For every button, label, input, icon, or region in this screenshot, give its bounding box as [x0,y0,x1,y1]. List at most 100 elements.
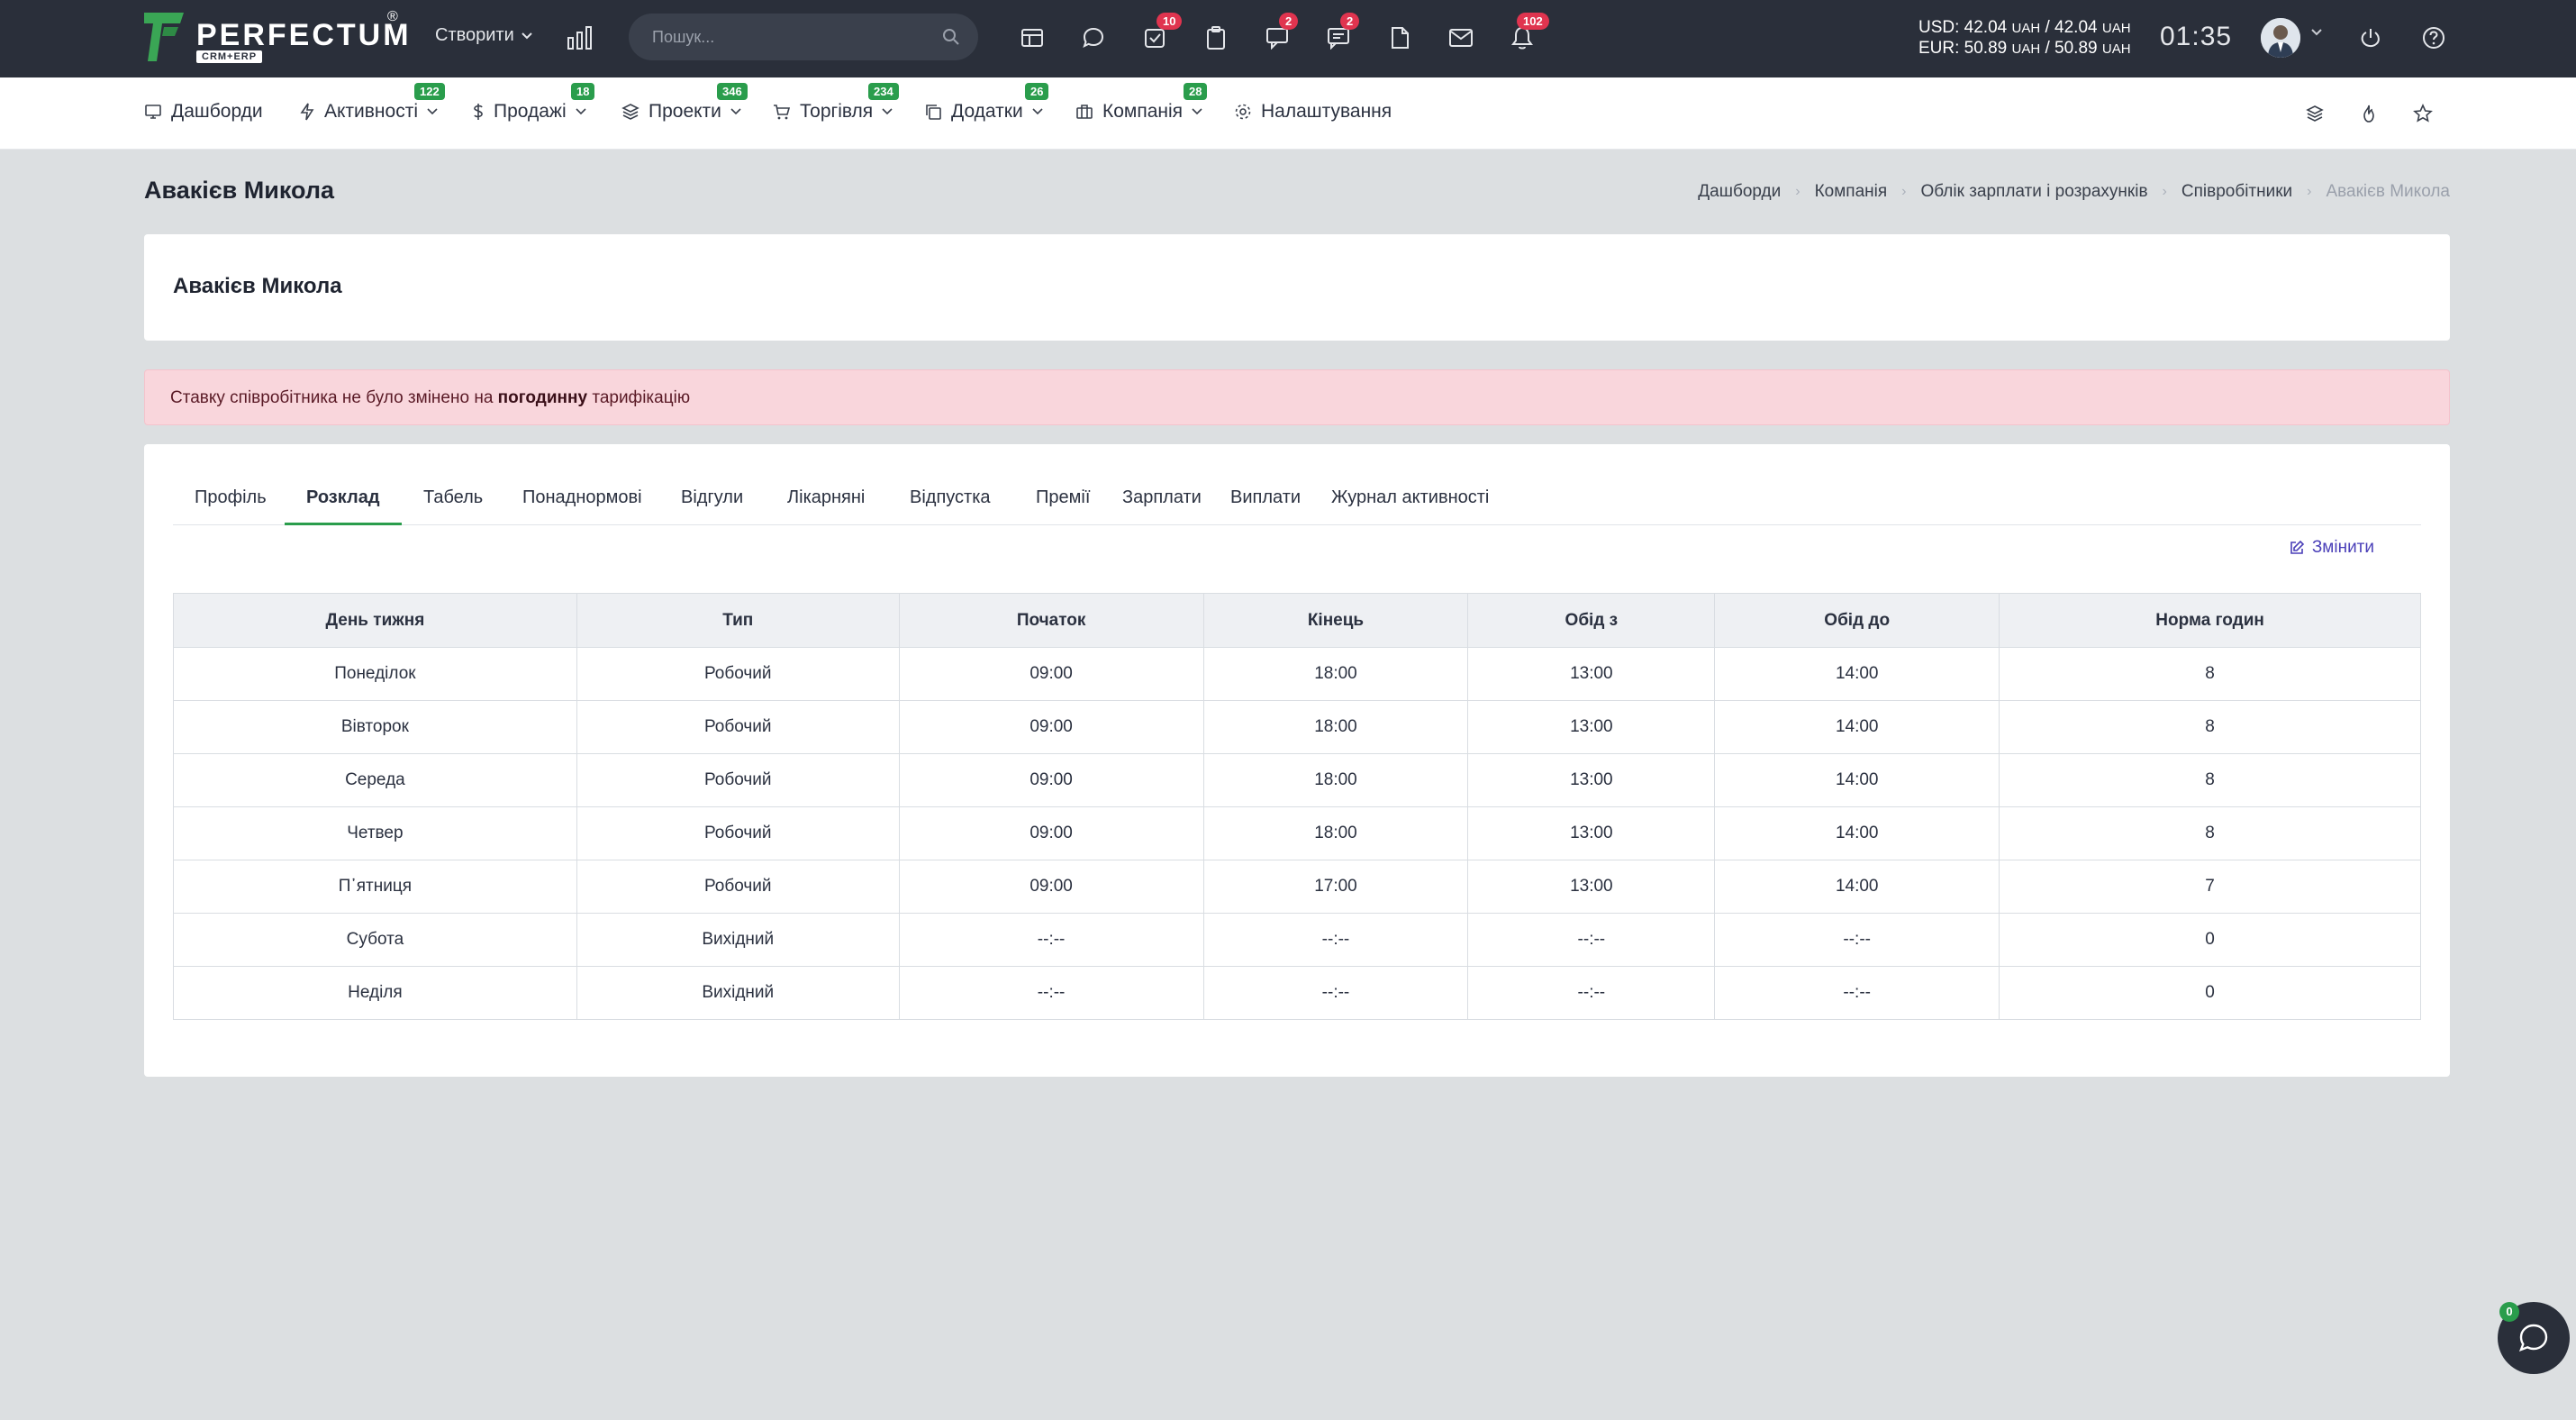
clipboard-icon[interactable] [1198,20,1234,56]
chat-bubble-icon[interactable] [1075,20,1111,56]
schedule-table: День тижня Тип Початок Кінець Обід з Обі… [173,593,2421,1020]
avatar[interactable] [2261,18,2300,58]
search-input[interactable] [652,14,922,60]
breadcrumb-current: Авакієв Микола [2326,182,2451,201]
table-cell: --:-- [1467,913,1716,967]
fire-icon[interactable] [2354,99,2383,128]
tasks-check-icon[interactable]: 10 [1137,13,1183,56]
table-cell: 09:00 [898,700,1204,754]
table-cell: --:-- [1202,966,1469,1020]
nav-item-label: Компанія [1102,101,1184,122]
main-navigation: Дашборди Активності 122 Продажі 18 Проек… [0,77,2576,150]
nav-item-company[interactable]: Компанія 28 [1075,83,1208,123]
breadcrumb-item[interactable]: Дашборди [1698,182,1781,202]
clock: 01:35 [2160,22,2233,51]
messages-icon[interactable]: 2 [1320,13,1360,56]
mail-icon[interactable] [1443,20,1479,56]
table-cell: Робочий [576,860,900,914]
tab-payments[interactable]: Виплати [1209,480,1322,525]
table-row: Четвер Робочий 09:00 18:00 13:00 14:00 8 [173,806,2421,860]
nav-item-sales[interactable]: Продажі 18 [472,83,595,123]
logo[interactable]: PERFECTUM ® CRM+ERP [144,9,409,67]
edit-schedule-label: Змінити [2311,538,2374,557]
table-cell: 13:00 [1467,753,1716,807]
breadcrumb: Дашборди › Компанія › Облік зарплати і роз… [1698,182,2450,202]
chat-bubble-icon [2518,1324,2548,1352]
table-cell: 09:00 [898,806,1204,860]
usd-unit: UAH [2011,21,2041,36]
chevron-down-icon [730,108,741,115]
nav-item-label: Активності [324,101,418,122]
tab-sick-leave[interactable]: Лікарняні [766,480,886,525]
nav-item-dashboards[interactable]: Дашборди [144,101,263,123]
table-row: П᾽ятниця Робочий 09:00 17:00 13:00 14:00 7 [173,860,2421,914]
tab-overtime[interactable]: Понаднормові [501,480,664,525]
edit-schedule-button[interactable]: Змінити [2289,538,2374,558]
tab-vacation[interactable]: Відпустка [888,480,1012,525]
discussion-icon[interactable]: 2 [1259,13,1299,56]
page-title: Авакієв Микола [144,177,335,204]
table-cell: 09:00 [898,753,1204,807]
create-menu-label: Створити [435,25,514,45]
create-menu-button[interactable]: Створити [435,25,532,46]
nav-item-label: Продажі [494,101,567,122]
tab-bonuses[interactable]: Премії [1014,480,1111,525]
table-cell: --:-- [898,913,1204,967]
power-icon[interactable] [2353,20,2389,56]
search-box [629,14,978,60]
logo-mark-icon [144,13,184,61]
bell-icon[interactable]: 102 [1504,13,1549,56]
chevron-down-icon [576,108,586,115]
rate-alert: Ставку співробітника не було змінено на … [144,369,2450,425]
table-cell: 8 [1999,647,2421,701]
table-cell: Робочий [576,647,900,701]
briefcase-icon [1076,105,1093,119]
table-cell: П᾽ятниця [173,860,577,914]
breadcrumb-item[interactable]: Компанія [1815,182,1888,202]
nav-item-activities[interactable]: Активності 122 [299,83,445,123]
nav-badge: 122 [414,83,445,100]
alert-text-end: тарифікацію [587,388,691,407]
usd-unit-2: UAH [2101,21,2131,36]
breadcrumb-separator-icon: › [2307,184,2312,199]
table-cell: 0 [1999,913,2421,967]
table-cell: 8 [1999,700,2421,754]
breadcrumb-item[interactable]: Облік зарплати і розрахунків [1920,182,2147,202]
column-header: День тижня [173,593,577,648]
chat-widget-button[interactable]: 0 [2498,1302,2570,1374]
table-cell: 14:00 [1714,806,2000,860]
layers-icon[interactable] [2300,99,2329,128]
tab-time-off[interactable]: Відгули [659,480,765,525]
cart-icon [774,105,791,120]
chevron-down-icon [882,108,893,115]
table-header-row: День тижня Тип Початок Кінець Обід з Обі… [173,593,2421,648]
table-cell: 18:00 [1202,806,1469,860]
table-cell: 7 [1999,860,2421,914]
table-cell: Четвер [173,806,577,860]
search-icon[interactable] [942,28,960,46]
nav-item-addons[interactable]: Додатки 26 [924,83,1049,123]
nav-item-projects[interactable]: Проекти 346 [621,83,748,123]
chevron-down-icon [522,32,532,39]
tab-profile[interactable]: Профіль [173,480,288,525]
star-icon[interactable] [2408,99,2437,128]
nav-item-settings[interactable]: Налаштування [1234,101,1392,123]
breadcrumb-item[interactable]: Співробітники [2181,182,2292,202]
bar-chart-icon[interactable] [562,20,598,56]
help-icon[interactable] [2416,20,2452,56]
table-cell: 13:00 [1467,860,1716,914]
chevron-down-icon[interactable] [2311,29,2322,36]
table-row: Вівторок Робочий 09:00 18:00 13:00 14:00 8 [173,700,2421,754]
employee-card: Авакієв Микола [144,234,2450,341]
tab-timesheet[interactable]: Табель [402,480,504,525]
nav-item-trade[interactable]: Торгівля 234 [773,83,899,123]
calendar-table-icon[interactable] [1014,20,1050,56]
tab-salaries[interactable]: Зарплати [1101,480,1223,525]
document-icon[interactable] [1382,20,1418,56]
lightning-icon [300,103,314,121]
table-row: Понеділок Робочий 09:00 18:00 13:00 14:00 8 [173,647,2421,701]
tab-schedule[interactable]: Розклад [285,480,402,525]
logo-text: PERFECTUM [196,18,412,52]
table-cell: Робочий [576,700,900,754]
tab-activity-log[interactable]: Журнал активності [1310,480,1510,525]
